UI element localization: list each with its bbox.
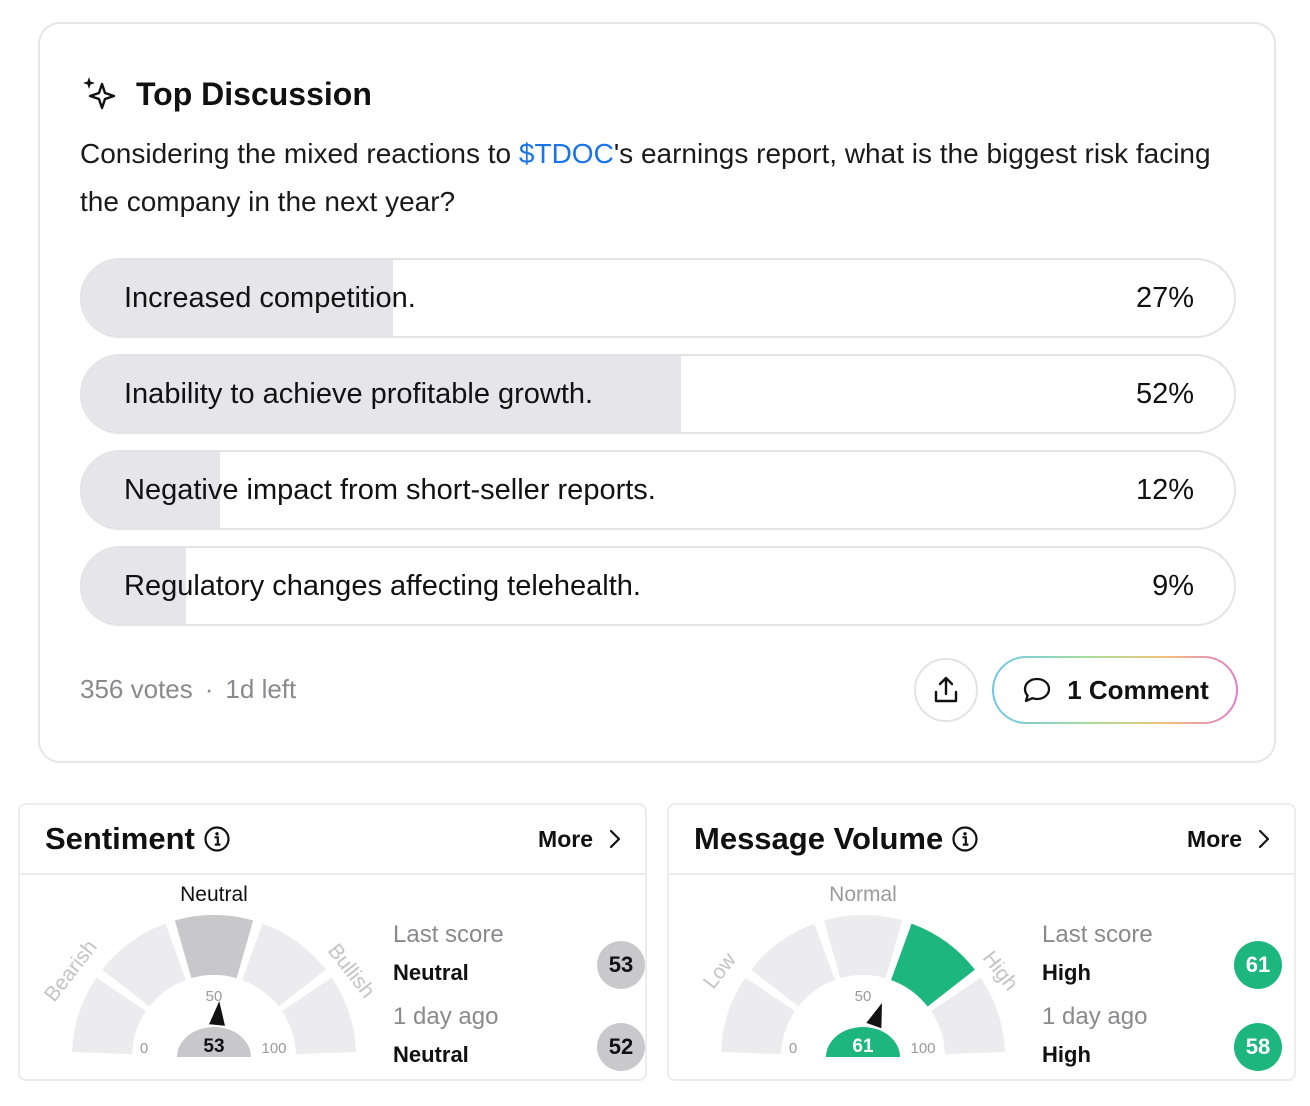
meta-separator: · bbox=[204, 674, 214, 704]
option-percent: 27% bbox=[1135, 282, 1194, 314]
previous-score-value: High bbox=[1042, 1042, 1091, 1067]
gauge-segment bbox=[823, 915, 903, 979]
gauge-max-label: 100 bbox=[910, 1040, 935, 1057]
time-left: 1d left bbox=[225, 674, 297, 704]
option-label: Negative impact from short-seller report… bbox=[124, 474, 656, 506]
poll-option[interactable]: Regulatory changes affecting telehealth.… bbox=[80, 546, 1236, 626]
message-volume-widget: Message Volume More Normal Low High 0 50… bbox=[667, 803, 1296, 1081]
option-percent: 52% bbox=[1135, 378, 1194, 410]
option-percent: 9% bbox=[1152, 570, 1194, 602]
comment-icon bbox=[1024, 677, 1051, 703]
info-icon[interactable] bbox=[203, 825, 231, 853]
share-icon bbox=[934, 676, 958, 703]
poll-option[interactable]: Increased competition. 27% bbox=[80, 258, 1236, 338]
option-label: Inability to achieve profitable growth. bbox=[124, 378, 594, 410]
gauge-max-label: 100 bbox=[261, 1040, 286, 1057]
vote-count: 356 votes bbox=[80, 674, 193, 704]
gauge-value: 61 bbox=[852, 1036, 874, 1057]
comment-button-inner: 1 Comment bbox=[994, 658, 1236, 722]
gauge-top-label: Normal bbox=[829, 883, 897, 906]
message-volume-header: Message Volume More bbox=[669, 805, 1294, 875]
poll-meta: 356 votes · 1d left bbox=[80, 674, 296, 705]
sentiment-more-link[interactable]: More bbox=[538, 805, 623, 873]
chevron-right-icon bbox=[1258, 829, 1270, 849]
last-score-value: Neutral bbox=[393, 960, 469, 985]
gauge-value: 53 bbox=[203, 1036, 224, 1057]
gauge-min-label: 0 bbox=[140, 1040, 148, 1057]
last-score-value: High bbox=[1042, 960, 1091, 985]
previous-score-badge: 52 bbox=[597, 1023, 645, 1071]
comment-button[interactable]: 1 Comment bbox=[992, 656, 1238, 724]
discussion-header: Top Discussion bbox=[80, 74, 372, 114]
share-button[interactable] bbox=[914, 658, 978, 722]
info-icon[interactable] bbox=[951, 825, 979, 853]
more-label: More bbox=[538, 825, 593, 852]
sentiment-header: Sentiment More bbox=[20, 805, 645, 875]
question-text-start: Considering the mixed reactions to bbox=[80, 138, 519, 169]
message-volume-gauge: Normal Low High 0 50 100 61 bbox=[699, 883, 1022, 1057]
sentiment-widget: Sentiment More Neutral Bearish Bullish 0… bbox=[18, 803, 647, 1081]
more-label: More bbox=[1187, 825, 1242, 852]
option-label: Regulatory changes affecting telehealth. bbox=[124, 570, 641, 602]
poll-option[interactable]: Inability to achieve profitable growth. … bbox=[80, 354, 1236, 434]
ticker-link[interactable]: $TDOC bbox=[519, 138, 614, 169]
message-volume-title: Message Volume bbox=[694, 821, 944, 856]
option-label: Increased competition. bbox=[124, 282, 416, 314]
gauge-top-label: Neutral bbox=[180, 883, 248, 906]
chevron-right-icon bbox=[609, 829, 621, 849]
top-discussion-card: Top Discussion Considering the mixed rea… bbox=[38, 22, 1276, 763]
last-score-badge: 61 bbox=[1234, 941, 1282, 989]
comment-label: 1 Comment bbox=[1067, 674, 1209, 705]
last-score-label: Last score bbox=[1042, 921, 1153, 948]
gauge-mid-label: 50 bbox=[855, 988, 872, 1005]
previous-score-label: 1 day ago bbox=[393, 1003, 499, 1030]
option-percent: 12% bbox=[1135, 474, 1194, 506]
previous-score-label: 1 day ago bbox=[1042, 1003, 1148, 1030]
gauge-needle bbox=[866, 1003, 882, 1029]
previous-score-value: Neutral bbox=[393, 1042, 469, 1067]
poll-option[interactable]: Negative impact from short-seller report… bbox=[80, 450, 1236, 530]
sparkle-icon bbox=[83, 77, 116, 110]
last-score-label: Last score bbox=[393, 921, 504, 948]
gauge-left-label: Low bbox=[699, 948, 741, 993]
discussion-title: Top Discussion bbox=[136, 75, 372, 112]
discussion-question: Considering the mixed reactions to $TDOC… bbox=[80, 130, 1230, 226]
sentiment-title: Sentiment bbox=[45, 821, 195, 856]
gauge-mid-label: 50 bbox=[206, 988, 223, 1005]
previous-score-badge: 58 bbox=[1234, 1023, 1282, 1071]
poll-options: Increased competition. 27% Inability to … bbox=[80, 258, 1236, 642]
gauge-segment bbox=[174, 915, 254, 979]
gauge-min-label: 0 bbox=[789, 1040, 797, 1057]
sentiment-gauge: Neutral Bearish Bullish 0 50 100 53 bbox=[40, 883, 379, 1057]
last-score-badge: 53 bbox=[597, 941, 645, 989]
message-volume-more-link[interactable]: More bbox=[1187, 805, 1272, 873]
